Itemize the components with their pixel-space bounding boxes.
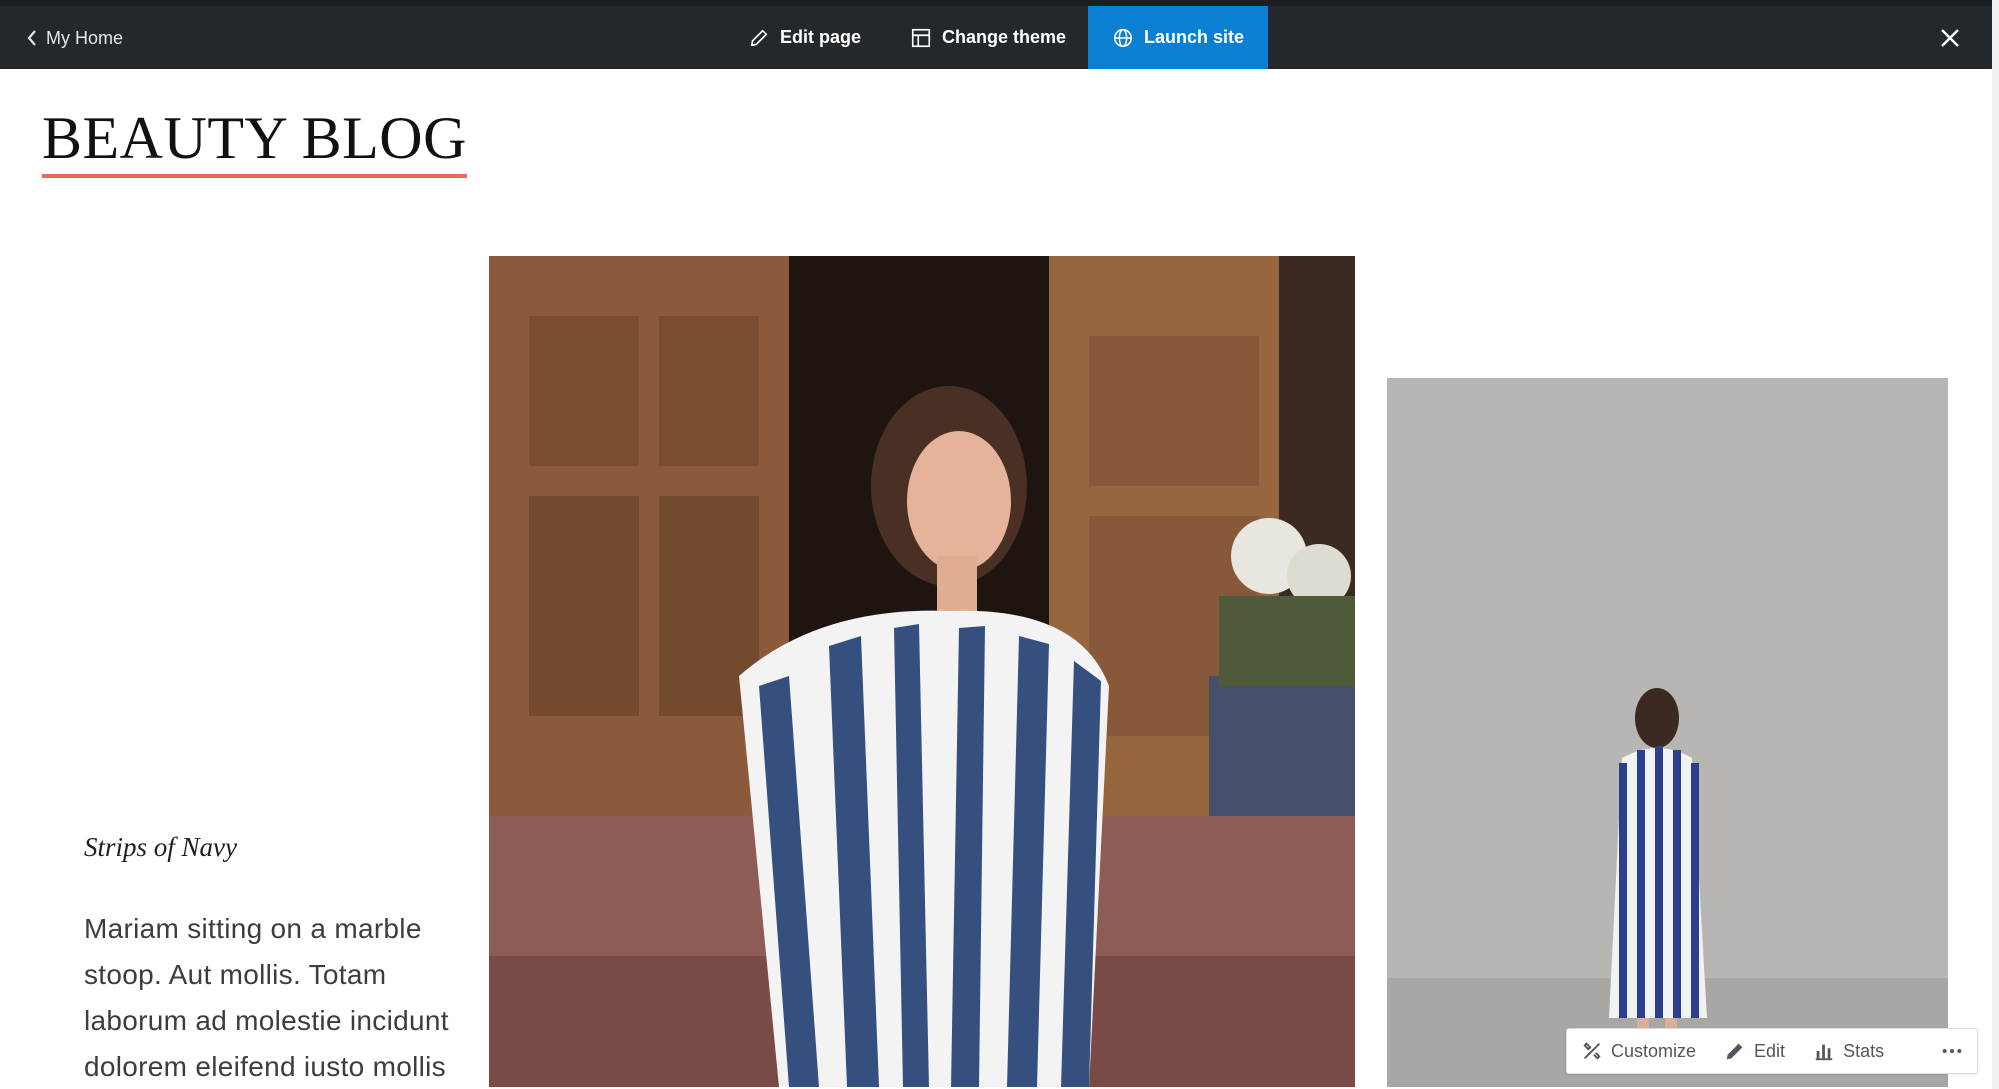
more-icon — [1942, 1048, 1962, 1054]
stats-label: Stats — [1843, 1040, 1885, 1061]
layout-icon — [911, 28, 931, 47]
woman-by-wall-photo — [1387, 378, 1948, 1087]
launch-site-button[interactable]: Launch site — [1088, 6, 1268, 69]
post-title[interactable]: Strips of Navy — [84, 832, 237, 863]
my-home-link[interactable]: My Home — [26, 20, 123, 56]
stats-icon — [1815, 1044, 1833, 1061]
floating-toolbar: Customize Edit Stats — [1566, 1028, 1978, 1074]
tools-icon — [1583, 1042, 1601, 1060]
change-theme-button[interactable]: Change theme — [888, 6, 1088, 69]
edit-label: Edit — [1754, 1040, 1786, 1061]
featured-post-image[interactable] — [489, 256, 1355, 1087]
chevron-left-icon — [27, 30, 36, 46]
edit-page-label: Edit page — [780, 27, 862, 47]
customize-label: Customize — [1611, 1040, 1697, 1061]
pencil-icon — [750, 29, 768, 46]
pencil-icon — [1726, 1043, 1743, 1060]
post-excerpt: Mariam sitting on a marble stoop. Aut mo… — [84, 913, 449, 1082]
my-home-label: My Home — [46, 27, 124, 48]
woman-on-steps-photo — [489, 256, 1355, 1087]
change-theme-label: Change theme — [942, 27, 1067, 47]
site-title[interactable]: BEAUTY BLOG — [42, 108, 467, 178]
more-options-button[interactable] — [1927, 1029, 1977, 1073]
stats-button[interactable]: Stats — [1799, 1029, 1898, 1073]
globe-icon — [1113, 28, 1133, 47]
customize-button[interactable]: Customize — [1567, 1029, 1710, 1073]
close-icon[interactable] — [1938, 26, 1962, 50]
edit-button[interactable]: Edit — [1710, 1029, 1799, 1073]
scrollbar[interactable] — [1992, 0, 1999, 1089]
admin-top-bar: My Home Edit page Change theme Launch si… — [0, 0, 1992, 69]
launch-site-label: Launch site — [1143, 27, 1245, 47]
edit-page-button[interactable]: Edit page — [726, 6, 883, 69]
secondary-post-image[interactable] — [1387, 378, 1948, 1087]
